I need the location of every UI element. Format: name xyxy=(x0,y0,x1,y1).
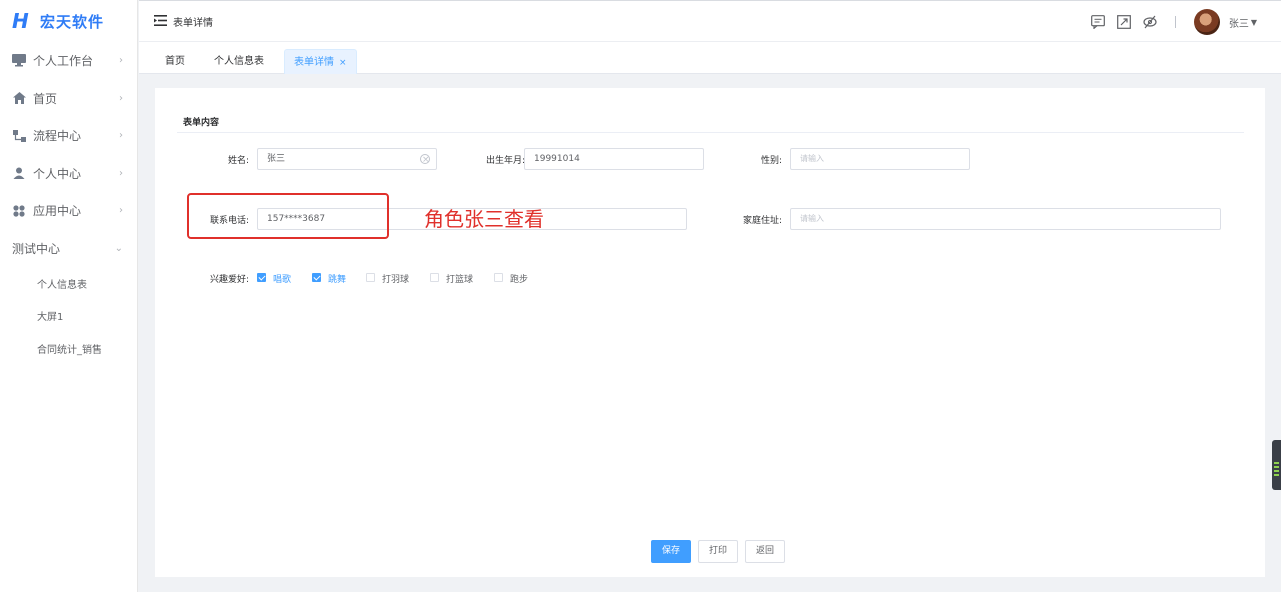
sidebar-item-label: 个人工作台 xyxy=(33,54,94,69)
sidebar-item-home[interactable]: 首页 › xyxy=(0,80,137,118)
birth-field[interactable]: 19991014 xyxy=(524,148,704,170)
logo-mark: H xyxy=(12,9,29,33)
name-value: 张三 xyxy=(267,154,286,164)
annotation-text: 角色张三查看 xyxy=(424,207,544,231)
fullscreen-icon[interactable] xyxy=(1116,15,1131,29)
sidebar-item-label: 首页 xyxy=(33,91,58,106)
sidebar-item-test-center[interactable]: 测试中心 ⌄ xyxy=(0,230,137,268)
menu-collapse-icon[interactable] xyxy=(154,15,167,29)
address-field[interactable]: 请输入 xyxy=(790,208,1221,230)
tab-personal-info[interactable]: 个人信息表 xyxy=(205,49,273,74)
address-label: 家庭住址: xyxy=(742,216,782,226)
form-card: 表单内容 姓名: 张三 出生年月: 19991014 性别: 请输入 联系电话:… xyxy=(155,88,1265,577)
sidebar-item-personal[interactable]: 个人中心 › xyxy=(0,155,137,193)
hobby-label-dance[interactable]: 跳舞 xyxy=(328,272,346,285)
tab-form-detail[interactable]: 表单详情 × xyxy=(284,49,357,74)
hobby-checkbox-badminton[interactable] xyxy=(366,273,375,282)
hobby-label-basketball[interactable]: 打篮球 xyxy=(446,272,473,285)
back-button[interactable]: 返回 xyxy=(745,540,785,563)
sidebar-subitem-bigscreen[interactable]: 大屏1 xyxy=(0,300,137,333)
hobby-label-badminton[interactable]: 打羽球 xyxy=(382,272,409,285)
sidebar-subitem-contract-stats[interactable]: 合同统计_销售 xyxy=(0,332,137,365)
chevron-right-icon: › xyxy=(119,205,123,217)
sidebar-item-label: 个人中心 xyxy=(33,166,82,181)
hide-icon[interactable] xyxy=(1143,15,1157,29)
sidebar-item-label: 测试中心 xyxy=(12,241,61,256)
sidebar-item-flow[interactable]: 流程中心 › xyxy=(0,117,137,155)
gender-field[interactable]: 请输入 xyxy=(790,148,970,170)
app-name: 宏天软件 xyxy=(40,12,105,31)
floating-tool-widget[interactable] xyxy=(1272,440,1281,490)
clear-icon[interactable] xyxy=(420,150,430,170)
user-icon xyxy=(12,166,26,180)
name-label: 姓名: xyxy=(227,156,249,166)
chevron-right-icon: › xyxy=(119,167,123,179)
gender-label: 性别: xyxy=(760,156,782,166)
page-title: 表单详情 xyxy=(173,18,213,29)
avatar[interactable] xyxy=(1193,9,1220,35)
name-field[interactable]: 张三 xyxy=(257,148,437,170)
sidebar-item-apps[interactable]: 应用中心 › xyxy=(0,192,137,230)
apps-icon xyxy=(12,204,26,218)
annotation-highlight-box xyxy=(187,193,389,239)
section-title: 表单内容 xyxy=(183,118,220,128)
header-divider xyxy=(1174,16,1176,28)
print-button[interactable]: 打印 xyxy=(698,540,738,563)
close-icon[interactable]: × xyxy=(339,58,347,68)
chevron-right-icon: › xyxy=(119,92,123,104)
save-button[interactable]: 保存 xyxy=(651,540,691,563)
top-header: 表单详情 张三 ▼ xyxy=(139,0,1281,42)
logo[interactable]: H 宏天软件 xyxy=(0,0,137,42)
hobby-label-sing[interactable]: 唱歌 xyxy=(273,272,291,285)
home-icon xyxy=(12,91,26,105)
sidebar-item-label: 应用中心 xyxy=(33,204,82,219)
hobby-checkbox-sing[interactable] xyxy=(257,273,266,282)
sidebar-item-workbench[interactable]: 个人工作台 › xyxy=(0,42,137,80)
section-divider xyxy=(177,132,1244,133)
header-actions: 张三 ▼ xyxy=(1079,1,1257,43)
chevron-down-icon: ⌄ xyxy=(114,242,123,254)
user-name[interactable]: 张三 xyxy=(1229,15,1249,30)
birth-label: 出生年月: xyxy=(485,156,525,166)
hobby-checkbox-basketball[interactable] xyxy=(430,273,439,282)
sidebar-item-label: 流程中心 xyxy=(33,129,82,144)
message-icon[interactable] xyxy=(1090,15,1105,29)
tab-label: 表单详情 xyxy=(294,57,334,68)
sidebar: H 宏天软件 个人工作台 › 首页 › 流程中心 › 个人中心 › 应用中心 › xyxy=(0,0,138,592)
caret-down-icon[interactable]: ▼ xyxy=(1251,18,1257,27)
hobby-label-running[interactable]: 跑步 xyxy=(510,272,528,285)
hobby-checkbox-dance[interactable] xyxy=(312,273,321,282)
hobby-checkbox-running[interactable] xyxy=(494,273,503,282)
chevron-right-icon: › xyxy=(119,130,123,142)
tab-home[interactable]: 首页 xyxy=(156,49,194,74)
flow-icon xyxy=(12,129,26,143)
chevron-right-icon: › xyxy=(119,55,123,67)
monitor-icon xyxy=(12,54,26,68)
hobby-label: 兴趣爱好: xyxy=(209,275,249,285)
sidebar-subitem-personal-info[interactable]: 个人信息表 xyxy=(0,267,137,300)
tabs-bar: 首页 个人信息表 表单详情 × xyxy=(139,42,1281,74)
